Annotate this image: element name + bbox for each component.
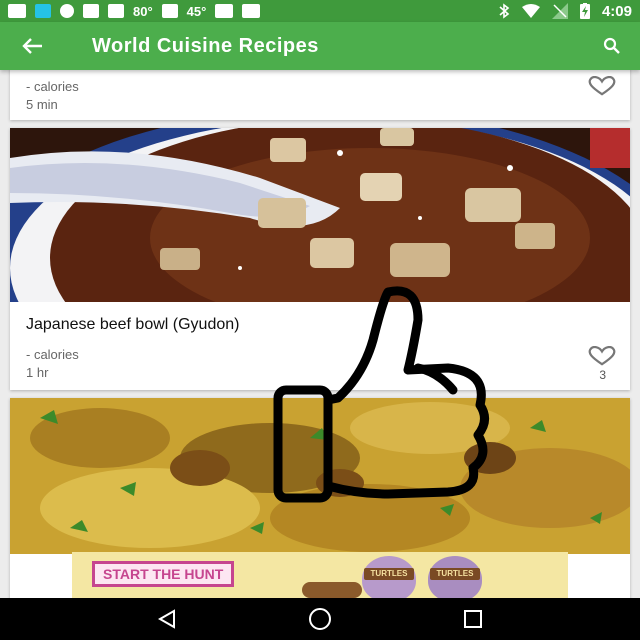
search-icon xyxy=(603,37,620,54)
back-button[interactable] xyxy=(0,22,56,70)
curry-photo xyxy=(10,398,630,554)
ad-brand-label: TURTLES xyxy=(430,568,480,580)
tools-icon xyxy=(83,4,99,18)
status-system: 4:09 xyxy=(498,3,632,20)
recipe-time: 1 hr xyxy=(26,365,49,380)
ad-banner[interactable]: START THE HUNT TURTLES TURTLES xyxy=(72,552,568,598)
wifi-icon xyxy=(521,4,540,18)
page-title: World Cuisine Recipes xyxy=(92,34,319,57)
recipe-card[interactable]: - calories 5 min xyxy=(10,70,630,120)
recipe-image xyxy=(10,128,630,302)
recipe-list: - calories 5 min Japanese beef bowl (Gyu… xyxy=(0,70,640,598)
bluetooth-icon xyxy=(499,3,510,19)
app-bar: World Cuisine Recipes xyxy=(0,22,640,70)
photo-icon xyxy=(215,4,234,18)
status-notifications: 80° 45° xyxy=(8,4,261,19)
briefcase-icon xyxy=(242,4,261,18)
pecan-graphic xyxy=(302,582,362,598)
nav-back-button[interactable] xyxy=(143,598,191,640)
ad-brand-label: TURTLES xyxy=(364,568,414,580)
square-recents-icon xyxy=(464,610,483,628)
signal-off-icon xyxy=(551,3,568,19)
like-count: 3 xyxy=(599,368,606,382)
triangle-back-icon xyxy=(157,609,175,629)
recipe-time: 5 min xyxy=(26,97,58,112)
nav-home-button[interactable] xyxy=(296,598,344,640)
android-icon xyxy=(161,4,178,18)
nav-recents-button[interactable] xyxy=(449,598,497,640)
message-icon xyxy=(8,4,26,18)
battery-charging-icon xyxy=(579,3,590,19)
temperature-1-value: 80° xyxy=(133,3,153,19)
nav-bar xyxy=(0,598,640,640)
clock: 4:09 xyxy=(601,2,632,20)
ad-cta-button[interactable]: START THE HUNT xyxy=(92,561,235,587)
arrow-back-icon xyxy=(22,38,42,54)
info-icon xyxy=(60,4,74,18)
temperature-2-value: 45° xyxy=(186,3,207,19)
lock-icon xyxy=(108,4,124,18)
recipe-card[interactable]: Japanese beef bowl (Gyudon) - calories 1… xyxy=(10,128,630,390)
recipe-image xyxy=(10,398,630,554)
status-bar: 80° 45° 4:09 xyxy=(0,0,640,22)
app-d-icon xyxy=(35,4,51,18)
recipe-calories: - calories xyxy=(26,347,79,362)
temperature-2: 45° xyxy=(187,4,207,19)
search-button[interactable] xyxy=(584,22,640,70)
temperature-1: 80° xyxy=(133,4,153,19)
circle-home-icon xyxy=(308,608,331,630)
soup-photo xyxy=(10,128,630,302)
recipe-calories: - calories xyxy=(26,79,79,94)
recipe-title: Japanese beef bowl (Gyudon) xyxy=(26,316,240,333)
screen: 80° 45° 4:09 World Cuisine Recipes - cal… xyxy=(0,0,640,640)
heart-outline-icon[interactable] xyxy=(586,76,618,96)
heart-outline-icon[interactable] xyxy=(586,346,618,366)
